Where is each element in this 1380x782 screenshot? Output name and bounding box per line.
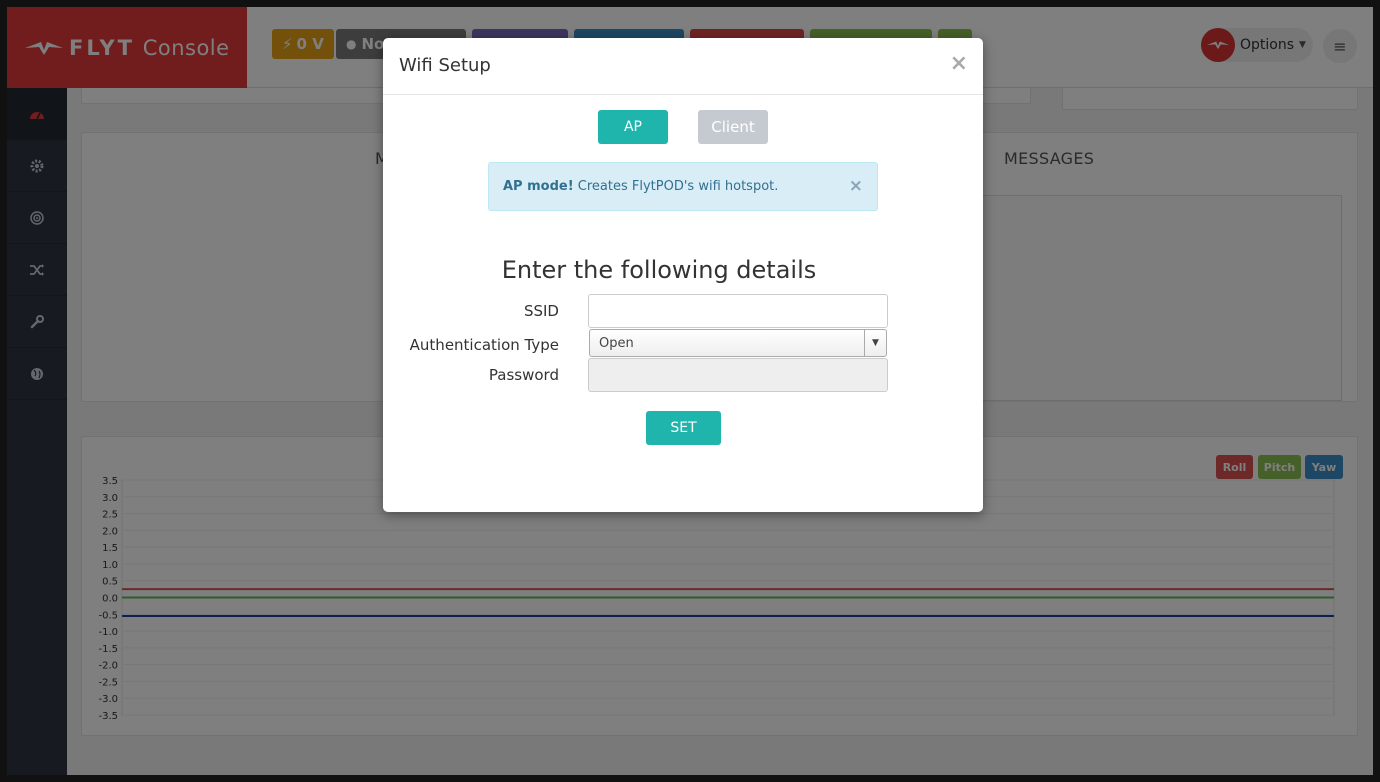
ssid-input[interactable] bbox=[588, 294, 888, 328]
alert-heading: AP mode! bbox=[503, 179, 574, 194]
modal-title: Wifi Setup bbox=[399, 55, 491, 76]
alert-text: Creates FlytPOD's wifi hotspot. bbox=[573, 179, 779, 194]
alert-close-button[interactable]: × bbox=[849, 176, 863, 196]
ssid-label: SSID bbox=[523, 302, 559, 320]
password-label: Password bbox=[488, 366, 559, 384]
set-button[interactable]: SET bbox=[646, 411, 721, 445]
auth-type-value: Open bbox=[599, 336, 634, 351]
modal-header: Wifi Setup × bbox=[383, 38, 983, 95]
dropdown-arrow-icon: ▼ bbox=[864, 330, 886, 356]
wifi-setup-modal: Wifi Setup × AP Client AP mode! Creates … bbox=[383, 38, 983, 512]
auth-type-select[interactable]: Open ▼ bbox=[589, 329, 887, 357]
ap-mode-alert: AP mode! Creates FlytPOD's wifi hotspot.… bbox=[488, 162, 878, 211]
app-window: FLYT Console ⚡ 0 V ● No Options ▼ bbox=[7, 7, 1373, 775]
auth-type-label: Authentication Type bbox=[409, 336, 559, 354]
client-mode-button[interactable]: Client bbox=[698, 110, 768, 144]
modal-close-button[interactable]: × bbox=[950, 51, 968, 76]
ap-mode-label: AP bbox=[623, 119, 643, 135]
set-button-label: SET bbox=[670, 420, 697, 436]
ap-mode-button[interactable]: AP bbox=[598, 110, 668, 144]
client-mode-label: Client bbox=[711, 118, 755, 136]
details-heading: Enter the following details bbox=[501, 256, 817, 284]
password-input[interactable] bbox=[588, 358, 888, 392]
